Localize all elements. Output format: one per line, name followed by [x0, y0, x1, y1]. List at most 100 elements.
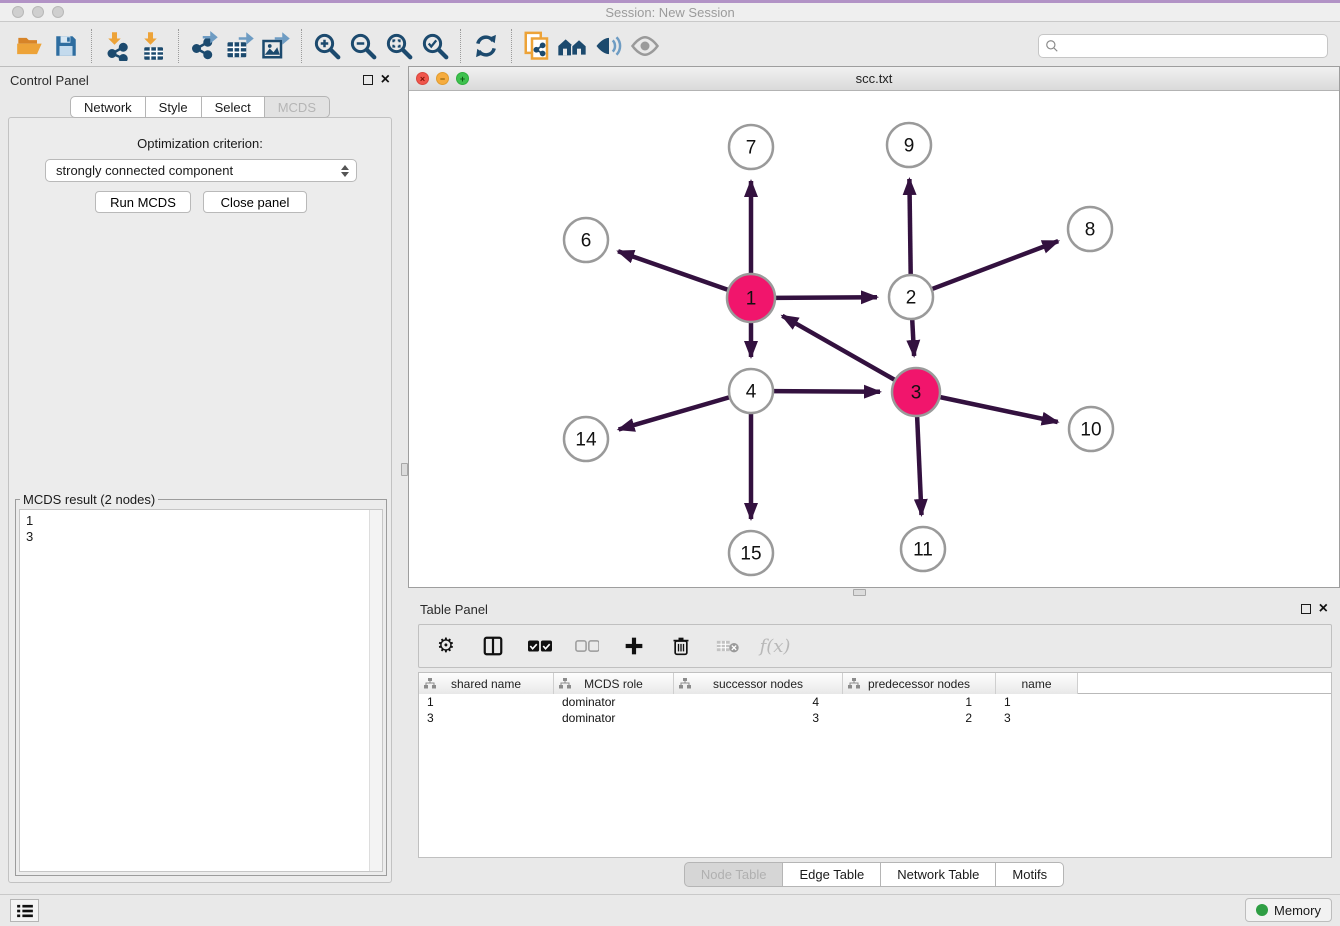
- graph-canvas[interactable]: 7968124314101511: [409, 91, 1339, 587]
- edge-4-14[interactable]: [619, 397, 730, 429]
- table-panel-close-button[interactable]: ×: [1319, 604, 1328, 614]
- control-panel-float-button[interactable]: [363, 75, 373, 85]
- tab-network-table[interactable]: Network Table: [880, 862, 996, 887]
- cell-predecessor-nodes[interactable]: 1: [843, 694, 996, 710]
- function-icon: f(x): [760, 636, 791, 657]
- close-panel-button[interactable]: Close panel: [203, 191, 307, 213]
- tab-network[interactable]: Network: [70, 96, 146, 118]
- tab-motifs[interactable]: Motifs: [995, 862, 1064, 887]
- tab-style[interactable]: Style: [145, 96, 202, 118]
- column-header-shared-name[interactable]: shared name: [419, 673, 554, 694]
- function-builder-button[interactable]: f(x): [762, 633, 788, 659]
- tab-node-table[interactable]: Node Table: [684, 862, 784, 887]
- mcds-panel: Optimization criterion: strongly connect…: [8, 117, 392, 883]
- eye-icon: [630, 31, 660, 61]
- cell-shared-name[interactable]: 1: [419, 694, 554, 710]
- tab-edge-table[interactable]: Edge Table: [782, 862, 881, 887]
- table-panel-title: Table Panel: [420, 602, 488, 617]
- horizontal-splitter-handle[interactable]: [853, 589, 866, 596]
- zoom-in-button[interactable]: [309, 29, 345, 63]
- delete-button[interactable]: [668, 633, 694, 659]
- column-header-mcds-role[interactable]: MCDS role: [554, 673, 674, 694]
- table-row[interactable]: 3dominator323: [419, 710, 1331, 726]
- table-panel-float-button[interactable]: [1301, 604, 1311, 614]
- zoom-selected-button[interactable]: [417, 29, 453, 63]
- zoom-out-button[interactable]: [345, 29, 381, 63]
- memory-status-dot: [1256, 904, 1268, 916]
- column-header-label: shared name: [451, 677, 521, 691]
- node-label-2: 2: [906, 288, 917, 309]
- export-image-button[interactable]: [258, 29, 294, 63]
- column-header-name[interactable]: name: [996, 673, 1078, 694]
- edge-2-3[interactable]: [912, 319, 914, 356]
- edge-3-10[interactable]: [940, 397, 1058, 422]
- houses-icon: [557, 30, 589, 62]
- cell-name[interactable]: 3: [996, 710, 1078, 726]
- memory-button[interactable]: Memory: [1245, 898, 1332, 922]
- export-table-button[interactable]: [222, 29, 258, 63]
- select-all-button[interactable]: [527, 633, 553, 659]
- deselect-all-button[interactable]: [574, 633, 600, 659]
- open-session-button[interactable]: [12, 29, 48, 63]
- networks-home-button[interactable]: [555, 29, 591, 63]
- import-network-button[interactable]: [99, 29, 135, 63]
- result-line: 3: [20, 529, 382, 545]
- node-label-11: 11: [913, 540, 933, 561]
- status-bar: Memory: [0, 894, 1340, 926]
- tree-icon: [848, 678, 860, 689]
- optimization-criterion-select[interactable]: strongly connected component: [45, 159, 357, 182]
- cell-successor-nodes[interactable]: 3: [674, 710, 843, 726]
- edge-4-3[interactable]: [773, 391, 880, 392]
- run-mcds-button[interactable]: Run MCDS: [95, 191, 191, 213]
- show-hide-button[interactable]: [627, 29, 663, 63]
- zoom-fit-button[interactable]: [381, 29, 417, 63]
- copy-document-icon: [522, 31, 552, 61]
- column-header-predecessor-nodes[interactable]: predecessor nodes: [843, 673, 996, 694]
- task-list-button[interactable]: [10, 899, 39, 922]
- result-scrollbar[interactable]: [369, 510, 382, 871]
- tree-icon: [424, 678, 436, 689]
- save-session-button[interactable]: [48, 29, 84, 63]
- copy-network-button[interactable]: [519, 29, 555, 63]
- export-network-icon: [189, 31, 219, 61]
- add-button[interactable]: [621, 633, 647, 659]
- cell-predecessor-nodes[interactable]: 2: [843, 710, 996, 726]
- cell-name[interactable]: 1: [996, 694, 1078, 710]
- table-settings-button[interactable]: ⚙: [433, 633, 459, 659]
- tab-mcds[interactable]: MCDS: [264, 96, 330, 118]
- search-input[interactable]: [1059, 38, 1321, 53]
- mcds-result-text[interactable]: 13: [19, 509, 383, 872]
- refresh-button[interactable]: [468, 29, 504, 63]
- import-table-button[interactable]: [135, 29, 171, 63]
- edge-3-1[interactable]: [782, 316, 895, 380]
- control-panel-close-button[interactable]: ×: [381, 75, 390, 85]
- zoom-selected-icon: [420, 31, 450, 61]
- show-columns-button[interactable]: [480, 633, 506, 659]
- export-network-button[interactable]: [186, 29, 222, 63]
- plus-icon: [624, 636, 644, 656]
- vertical-splitter-handle[interactable]: [401, 463, 408, 476]
- cell-successor-nodes[interactable]: 4: [674, 694, 843, 710]
- column-header-label: name: [1021, 677, 1051, 691]
- search-icon: [1045, 39, 1059, 53]
- app-titlebar: Session: New Session: [0, 0, 1340, 22]
- deselect-all-checkboxes-icon: [575, 639, 599, 653]
- table-toolbar: ⚙ f(: [418, 624, 1332, 668]
- column-header-successor-nodes[interactable]: successor nodes: [674, 673, 843, 694]
- select-stepper-icon: [341, 165, 349, 177]
- edge-1-2[interactable]: [775, 297, 877, 298]
- graphics-details-button[interactable]: [591, 29, 627, 63]
- cell-mcds-role[interactable]: dominator: [554, 710, 674, 726]
- columns-icon: [482, 635, 504, 657]
- tab-select[interactable]: Select: [201, 96, 265, 118]
- cell-mcds-role[interactable]: dominator: [554, 694, 674, 710]
- edge-2-9[interactable]: [909, 179, 910, 275]
- cell-shared-name[interactable]: 3: [419, 710, 554, 726]
- edge-1-6[interactable]: [618, 251, 728, 290]
- edge-3-11[interactable]: [917, 416, 921, 515]
- table-panel-header: Table Panel ×: [408, 596, 1340, 622]
- table-row[interactable]: 1dominator411: [419, 694, 1331, 710]
- delete-table-button[interactable]: [715, 633, 741, 659]
- memory-label: Memory: [1274, 903, 1321, 918]
- edge-2-8[interactable]: [932, 241, 1059, 289]
